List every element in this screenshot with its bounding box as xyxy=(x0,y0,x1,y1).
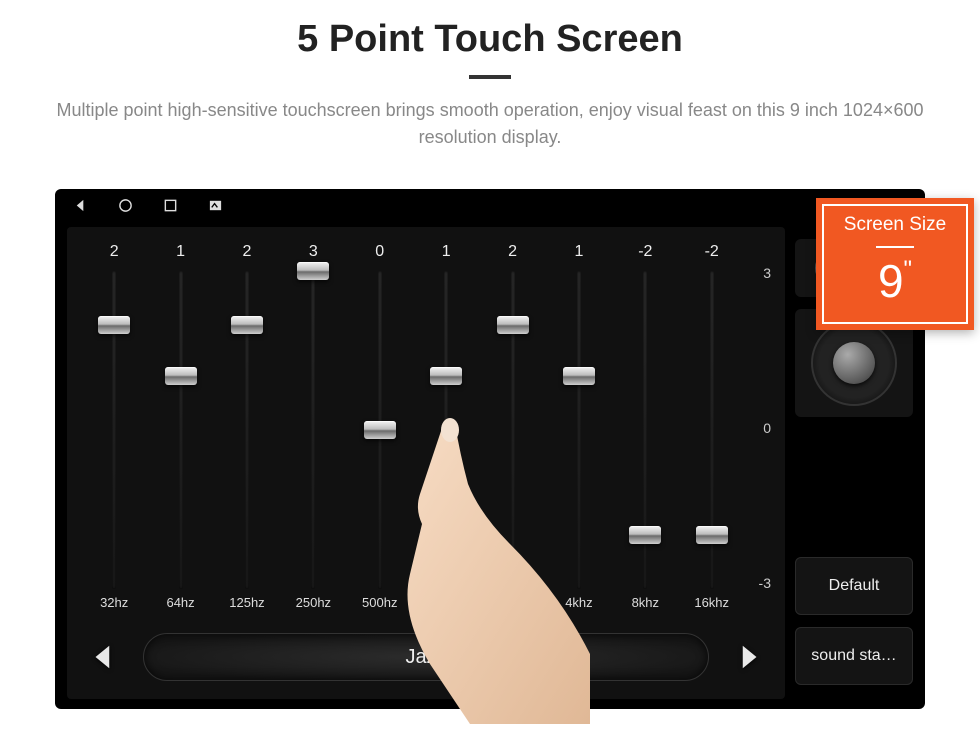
band-freq: 500hz xyxy=(362,595,397,615)
scale-mid: 0 xyxy=(745,420,771,436)
page-title: 5 Point Touch Screen xyxy=(0,18,980,61)
slider-thumb[interactable] xyxy=(98,316,130,334)
title-underline xyxy=(469,75,511,79)
slider-thumb[interactable] xyxy=(165,367,197,385)
band-value: 0 xyxy=(375,243,384,265)
eq-band-1khz: 1 1khz xyxy=(417,243,475,615)
eq-slider[interactable] xyxy=(375,271,385,589)
band-value: -2 xyxy=(705,243,719,265)
page-subtitle: Multiple point high-sensitive touchscree… xyxy=(55,97,925,151)
slider-thumb[interactable] xyxy=(297,262,329,280)
eq-slider[interactable] xyxy=(176,271,186,589)
eq-band-32hz: 2 32hz xyxy=(85,243,143,615)
slider-thumb[interactable] xyxy=(430,367,462,385)
sound-stage-button[interactable]: sound sta… xyxy=(795,627,913,685)
scale-min: -3 xyxy=(745,575,771,591)
device-screen: 232hz164hz2125hz3250hz0500hz11khz22khz14… xyxy=(55,189,925,709)
eq-band-500hz: 0 500hz xyxy=(351,243,409,615)
eq-band-4khz: 1 4khz xyxy=(550,243,608,615)
eq-slider[interactable] xyxy=(308,271,318,589)
slider-thumb[interactable] xyxy=(364,421,396,439)
slider-thumb[interactable] xyxy=(497,316,529,334)
eq-slider[interactable] xyxy=(508,271,518,589)
slider-thumb[interactable] xyxy=(231,316,263,334)
band-freq: 4khz xyxy=(565,595,592,615)
band-freq: 64hz xyxy=(166,595,194,615)
equalizer-panel: 232hz164hz2125hz3250hz0500hz11khz22khz14… xyxy=(67,227,785,699)
eq-band-8khz: -2 8khz xyxy=(616,243,674,615)
eq-band-125hz: 2 125hz xyxy=(218,243,276,615)
home-icon[interactable] xyxy=(118,198,133,218)
band-freq: 32hz xyxy=(100,595,128,615)
preset-display[interactable]: Jazz xyxy=(143,633,709,681)
badge-label: Screen Size xyxy=(828,214,962,236)
eq-slider[interactable] xyxy=(574,271,584,589)
eq-scale: 3 0 -3 xyxy=(745,239,771,615)
band-freq: 2khz xyxy=(499,595,526,615)
preset-next-button[interactable] xyxy=(727,635,771,679)
preset-prev-button[interactable] xyxy=(81,635,125,679)
slider-thumb[interactable] xyxy=(696,526,728,544)
eq-band-2khz: 2 2khz xyxy=(484,243,542,615)
band-freq: 1khz xyxy=(432,595,459,615)
scale-max: 3 xyxy=(745,265,771,281)
band-freq: 16khz xyxy=(694,595,729,615)
band-value: 1 xyxy=(574,243,583,265)
band-value: 1 xyxy=(176,243,185,265)
band-value: -2 xyxy=(638,243,652,265)
band-value: 1 xyxy=(442,243,451,265)
eq-slider[interactable] xyxy=(242,271,252,589)
recents-icon[interactable] xyxy=(163,198,178,218)
gallery-icon[interactable] xyxy=(208,198,223,218)
slider-thumb[interactable] xyxy=(629,526,661,544)
eq-slider[interactable] xyxy=(640,271,650,589)
eq-slider[interactable] xyxy=(109,271,119,589)
band-value: 2 xyxy=(110,243,119,265)
badge-value: 9" xyxy=(828,258,962,304)
band-value: 2 xyxy=(243,243,252,265)
band-value: 2 xyxy=(508,243,517,265)
eq-slider[interactable] xyxy=(441,271,451,589)
band-freq: 8khz xyxy=(632,595,659,615)
eq-band-64hz: 1 64hz xyxy=(152,243,210,615)
band-freq: 125hz xyxy=(229,595,264,615)
screen-size-badge: Screen Size 9" xyxy=(816,198,974,330)
slider-thumb[interactable] xyxy=(563,367,595,385)
eq-band-16khz: -2 16khz xyxy=(683,243,741,615)
back-icon[interactable] xyxy=(73,198,88,218)
eq-slider[interactable] xyxy=(707,271,717,589)
android-nav-bar xyxy=(73,197,907,219)
eq-band-250hz: 3250hz xyxy=(284,243,342,615)
default-button[interactable]: Default xyxy=(795,557,913,615)
band-freq: 250hz xyxy=(296,595,331,615)
